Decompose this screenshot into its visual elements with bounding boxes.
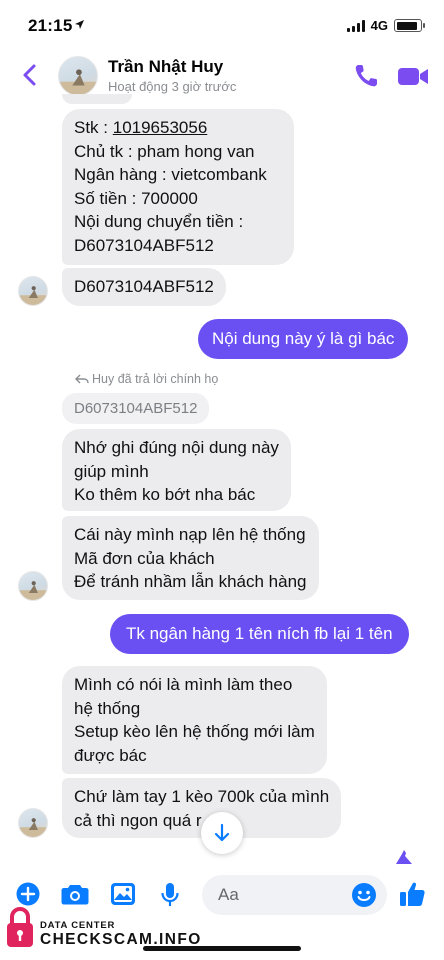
bank-name-line: Ngân hàng : vietcombank: [74, 165, 267, 184]
emoji-icon[interactable]: [351, 882, 377, 908]
remember-line: Nhớ ghi đúng nội dung này: [74, 438, 279, 457]
battery-icon: [394, 19, 425, 32]
camera-icon[interactable]: [61, 883, 89, 905]
thumbs-up-icon: [396, 850, 412, 864]
system-line: Cái này mình nạp lên hệ thống: [74, 525, 306, 544]
avatar-photo: [19, 581, 47, 600]
home-indicator: [143, 946, 301, 951]
manual-line: Chứ làm tay 1 kèo 700k của mình: [74, 787, 330, 806]
code-message-text: D6073104ABF512: [74, 277, 214, 296]
setup-line: được bác: [74, 745, 147, 765]
avatar[interactable]: [18, 571, 48, 601]
bank-account-number[interactable]: 1019653056: [113, 118, 208, 137]
avatar-photo: [19, 818, 47, 837]
status-bar: 21:15 4G: [0, 0, 444, 50]
avatar-photo: [19, 286, 47, 305]
reply-arrow-icon: [75, 374, 89, 384]
contact-name[interactable]: Trần Nhật Huy: [108, 57, 223, 77]
setup-line: Setup kèo lên hệ thống mới làm: [74, 722, 315, 741]
sent-bank-name-text: Tk ngân hàng 1 tên ních fb lại 1 tên: [126, 624, 393, 643]
location-arrow-icon: [75, 20, 84, 29]
sent-question-message[interactable]: Nội dung này ý là gì bác: [198, 319, 409, 359]
bank-transfer-code: D6073104ABF512: [74, 235, 214, 255]
arrow-down-icon: [214, 823, 230, 842]
message-thread[interactable]: Stk : 1019653056 Chủ tk : pham hong van …: [0, 94, 444, 870]
chevron-left-icon[interactable]: [18, 60, 42, 90]
lock-icon: [7, 906, 33, 947]
remember-message[interactable]: Nhớ ghi đúng nội dung này giúp mình Ko t…: [62, 429, 291, 511]
photo-icon[interactable]: [110, 882, 136, 906]
bank-account-label: Stk :: [74, 118, 113, 137]
setup-message[interactable]: Mình có nói là mình làm theo hệ thống Se…: [62, 666, 327, 774]
bank-info-message[interactable]: Stk : 1019653056 Chủ tk : pham hong van …: [62, 109, 294, 265]
bank-transfer-label: Nội dung chuyển tiền :: [74, 212, 244, 231]
sent-question-text: Nội dung này ý là gì bác: [212, 329, 395, 348]
system-line: Để tránh nhầm lẫn khách hàng: [74, 572, 307, 591]
remember-line: Ko thêm ko bớt nha bác: [74, 485, 256, 504]
network-label: 4G: [370, 18, 388, 33]
video-camera-icon[interactable]: [396, 62, 430, 90]
avatar[interactable]: [18, 276, 48, 306]
setup-line: Mình có nói là mình làm theo: [74, 675, 293, 694]
remember-line: giúp mình: [74, 461, 149, 481]
watermark-top: DATA CENTER: [40, 920, 116, 931]
scroll-to-bottom-button[interactable]: [201, 812, 243, 854]
code-message[interactable]: D6073104ABF512: [62, 268, 226, 306]
reply-quote[interactable]: D6073104ABF512: [62, 393, 210, 424]
reply-label: Huy đã trả lời chính họ: [92, 372, 219, 386]
previous-message-edge: [62, 94, 132, 104]
status-time: 21:15: [28, 16, 73, 35]
sent-bank-name-message[interactable]: Tk ngân hàng 1 tên ních fb lại 1 tên: [110, 614, 409, 654]
signal-icon: [346, 19, 365, 32]
system-message[interactable]: Cái này mình nạp lên hệ thống Mã đơn của…: [62, 516, 319, 600]
plus-circle-icon[interactable]: [16, 882, 40, 906]
phone-icon[interactable]: [352, 62, 380, 90]
thumbs-up-icon[interactable]: [398, 880, 426, 908]
avatar[interactable]: [58, 56, 98, 96]
status-indicators: 4G: [346, 18, 425, 33]
avatar[interactable]: [18, 808, 48, 838]
bank-account-line: Stk : 1019653056: [74, 116, 282, 140]
setup-line: hệ thống: [74, 698, 141, 718]
contact-status: Hoạt động 3 giờ trước: [108, 79, 237, 94]
bank-amount-line: Số tiền : 700000: [74, 188, 198, 208]
avatar-photo: [59, 69, 97, 95]
system-line: Mã đơn của khách: [74, 548, 215, 568]
conversation-header: Trần Nhật Huy Hoạt động 3 giờ trước: [0, 50, 444, 100]
watermark: DATA CENTER CHECKSCAM.INFO: [2, 904, 262, 960]
bank-holder-line: Chủ tk : pham hong van: [74, 141, 255, 161]
